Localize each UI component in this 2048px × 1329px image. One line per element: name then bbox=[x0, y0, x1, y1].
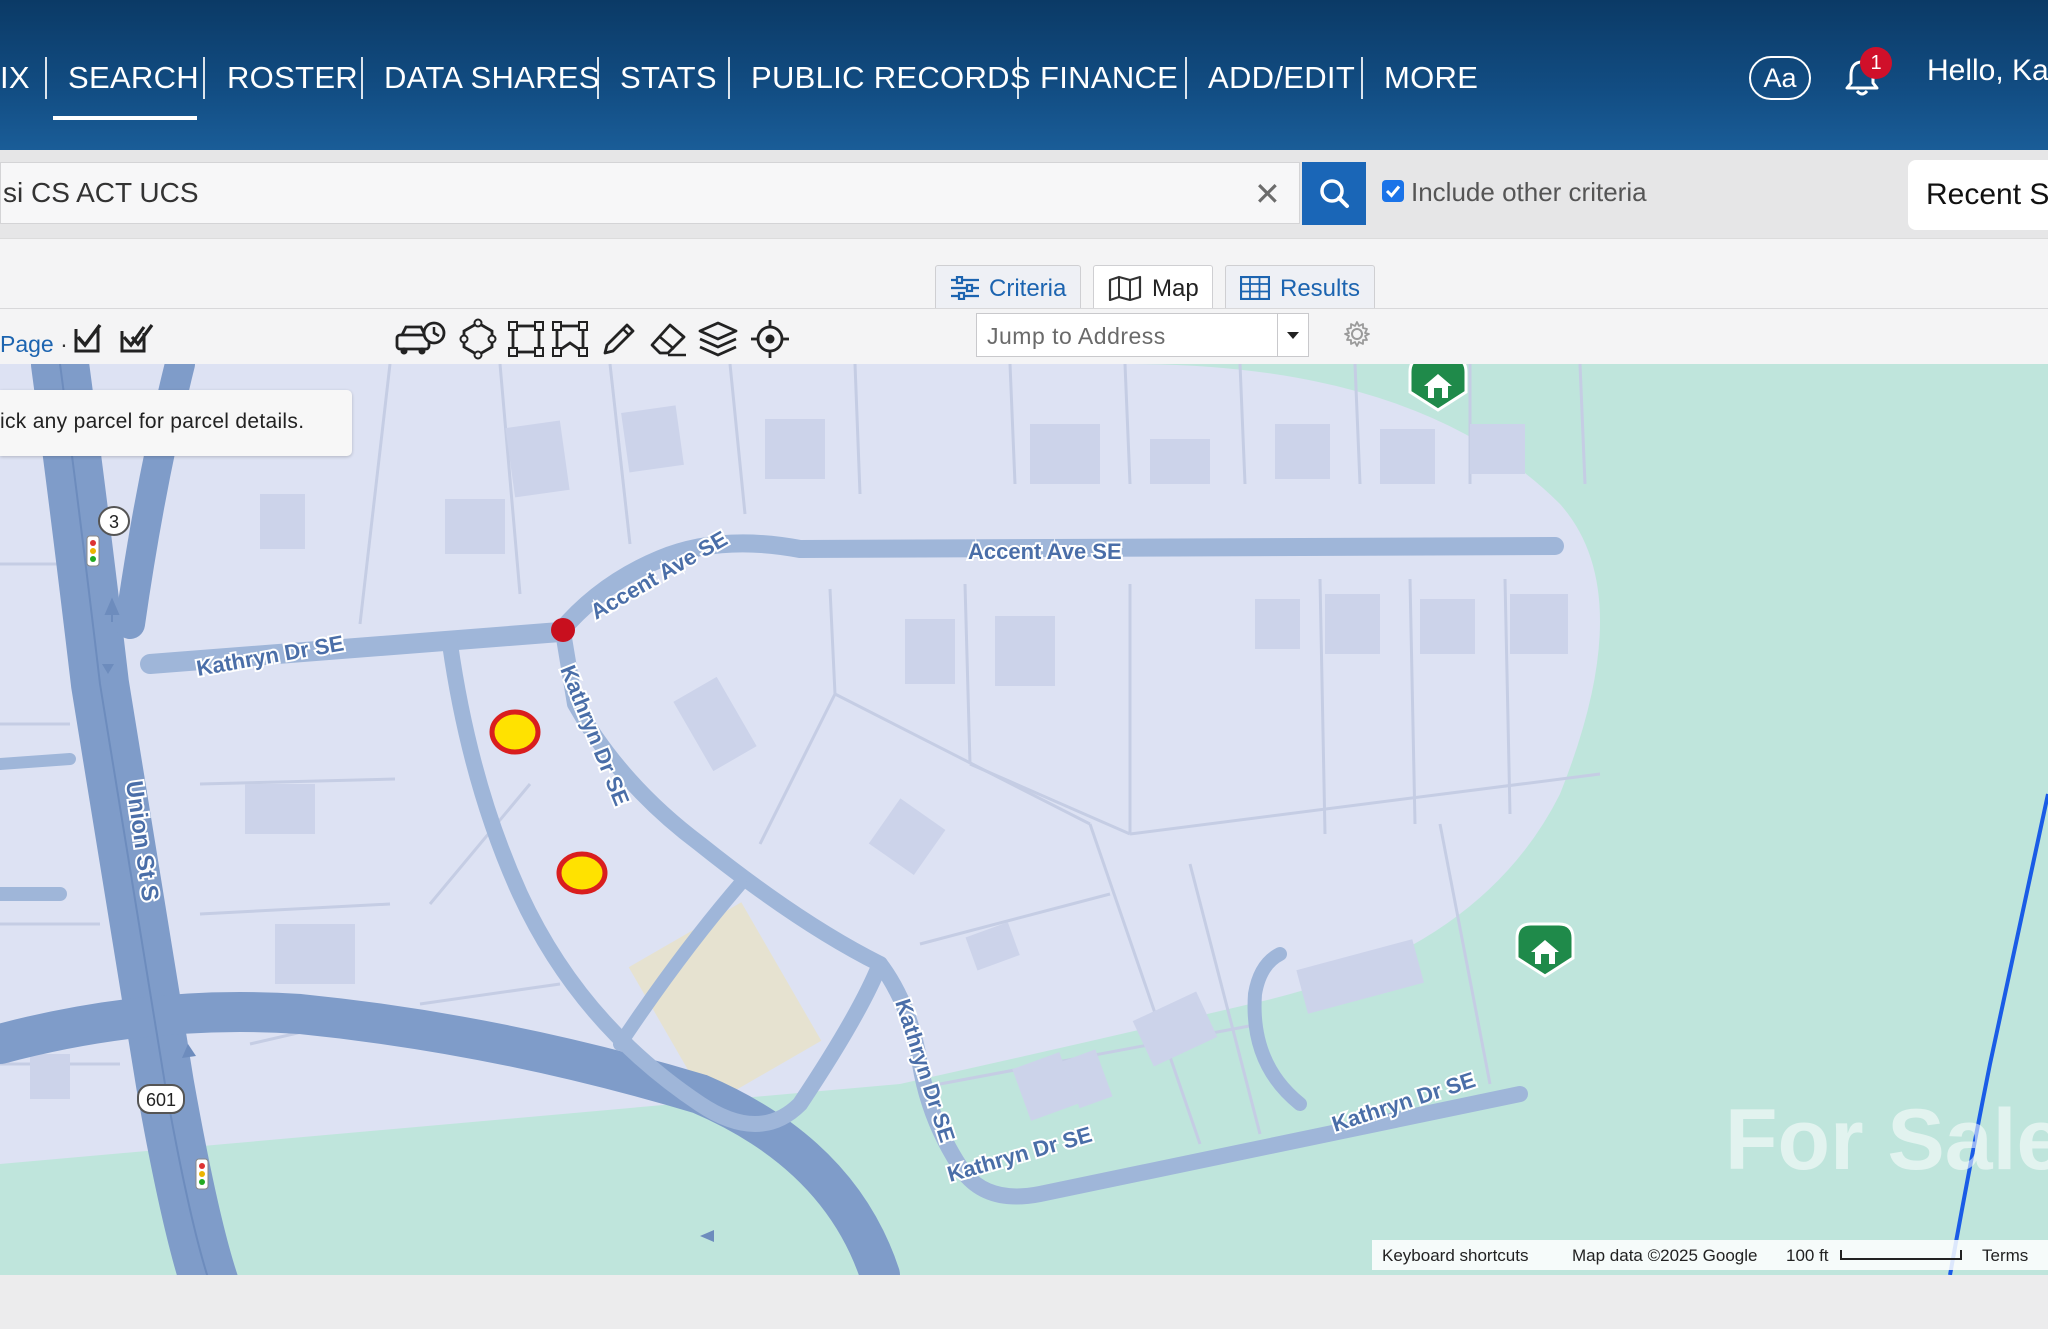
nav-item-finance[interactable]: FINANCE bbox=[1040, 60, 1178, 96]
terms-link[interactable]: Terms bbox=[1982, 1246, 2028, 1266]
nav-separator bbox=[1185, 57, 1187, 99]
nav-item-data-shares[interactable]: DATA SHARES bbox=[384, 60, 600, 96]
nav-item-stats[interactable]: STATS bbox=[620, 60, 717, 96]
map-graphics: Accent Ave SE Accent Ave SE Kathryn Dr S… bbox=[0, 364, 2048, 1275]
house-pin-icon bbox=[1408, 364, 1468, 412]
grid-icon bbox=[1240, 276, 1270, 300]
map-hint-tooltip: ick any parcel for parcel details. bbox=[0, 390, 352, 456]
chevron-down-icon bbox=[1287, 332, 1299, 339]
keyboard-shortcuts-link[interactable]: Keyboard shortcuts bbox=[1382, 1246, 1528, 1266]
route-shield-3: 3 bbox=[98, 506, 130, 536]
street-label-kathryn-bottom: Kathryn Dr SE bbox=[944, 1122, 1094, 1187]
user-greeting[interactable]: Hello, Ka bbox=[1927, 54, 2048, 88]
double-check-icon[interactable] bbox=[114, 317, 158, 361]
property-marker bbox=[556, 851, 608, 895]
clear-search-icon[interactable]: ✕ bbox=[1254, 176, 1281, 212]
notification-badge: 1 bbox=[1860, 47, 1892, 79]
font-size-button[interactable]: Aa bbox=[1749, 56, 1811, 100]
search-input[interactable]: si CS ACT UCS bbox=[0, 162, 1300, 224]
map-canvas[interactable]: Accent Ave SE Accent Ave SE Kathryn Dr S… bbox=[0, 364, 2048, 1275]
include-other-criteria-checkbox[interactable] bbox=[1382, 180, 1404, 202]
nav-separator bbox=[1017, 57, 1019, 99]
street-label-accent-straight: Accent Ave SE bbox=[968, 539, 1122, 564]
route-shield-601: 601 bbox=[137, 1084, 185, 1114]
pencil-icon[interactable] bbox=[597, 317, 641, 361]
include-other-criteria-label[interactable]: Include other criteria bbox=[1411, 177, 1647, 208]
nav-item-add-edit[interactable]: ADD/EDIT bbox=[1208, 60, 1355, 96]
map-toolbar: Page · Jump to Address bbox=[0, 308, 2048, 365]
traffic-light-icon bbox=[86, 535, 100, 567]
jump-to-address-select[interactable]: Jump to Address bbox=[976, 313, 1309, 357]
nav-separator bbox=[597, 57, 599, 99]
view-tabs-row: Criteria Map Results bbox=[0, 238, 2048, 309]
recent-searches-panel[interactable]: Recent S bbox=[1908, 160, 2048, 230]
recent-searches-label: Recent S bbox=[1926, 178, 2048, 211]
direction-arrow-icon bbox=[700, 1230, 714, 1242]
layers-icon[interactable] bbox=[696, 317, 740, 361]
active-nav-underline bbox=[53, 116, 197, 120]
tab-criteria[interactable]: Criteria bbox=[935, 265, 1081, 309]
top-navigation-bar: IX SEARCH ROSTER DATA SHARES STATS PUBLI… bbox=[0, 0, 2048, 150]
tab-results[interactable]: Results bbox=[1225, 265, 1375, 309]
page-footer-area bbox=[0, 1275, 2048, 1329]
checkmark-icon bbox=[1385, 185, 1401, 198]
scale-label: 100 ft bbox=[1786, 1246, 1829, 1265]
custom-shape-icon[interactable] bbox=[548, 317, 592, 361]
traffic-light-icon bbox=[195, 1158, 209, 1190]
tab-criteria-label: Criteria bbox=[989, 275, 1067, 302]
rectangle-icon[interactable] bbox=[504, 317, 548, 361]
search-row: si CS ACT UCS ✕ Include other criteria R… bbox=[0, 150, 2048, 238]
check-icon[interactable] bbox=[66, 317, 110, 361]
map-data-credit: Map data ©2025 Google bbox=[1572, 1246, 1758, 1265]
map-hint-text: ick any parcel for parcel details. bbox=[0, 410, 305, 433]
tab-map[interactable]: Map bbox=[1093, 265, 1213, 309]
search-button[interactable] bbox=[1302, 162, 1366, 225]
nav-item-roster[interactable]: ROSTER bbox=[227, 60, 358, 96]
nav-item-more[interactable]: MORE bbox=[1384, 60, 1478, 96]
for-sale-watermark: For Sale bbox=[1725, 1092, 2048, 1188]
route-shield-3-label: 3 bbox=[109, 512, 119, 532]
select-page-link[interactable]: Page · bbox=[0, 331, 68, 358]
search-boundary-line bbox=[1948, 793, 2048, 1275]
polygon-icon[interactable] bbox=[456, 317, 500, 361]
nav-item-search[interactable]: SEARCH bbox=[68, 60, 199, 96]
house-pin-icon bbox=[1515, 922, 1575, 978]
nav-separator bbox=[1361, 57, 1363, 99]
route-shield-601-label: 601 bbox=[146, 1090, 176, 1110]
tab-results-label: Results bbox=[1280, 275, 1361, 302]
nav-item-public-records[interactable]: PUBLIC RECORDS bbox=[751, 60, 1031, 96]
search-icon bbox=[1320, 179, 1349, 208]
map-icon bbox=[1108, 275, 1142, 301]
scale-bar bbox=[1840, 1250, 1962, 1260]
gear-icon[interactable] bbox=[1342, 319, 1372, 349]
nav-separator bbox=[45, 57, 47, 99]
sliders-icon bbox=[951, 276, 979, 300]
eraser-icon[interactable] bbox=[646, 317, 690, 361]
tab-map-label: Map bbox=[1152, 275, 1199, 302]
street-junction-marker bbox=[551, 618, 575, 642]
nav-separator bbox=[361, 57, 363, 99]
jump-dropdown-toggle[interactable] bbox=[1277, 314, 1308, 356]
drive-time-icon[interactable] bbox=[394, 317, 446, 361]
property-marker bbox=[489, 709, 541, 755]
nav-separator bbox=[203, 57, 205, 99]
locate-icon[interactable] bbox=[748, 317, 792, 361]
nav-separator bbox=[728, 57, 730, 99]
nav-item-partial[interactable]: IX bbox=[0, 60, 30, 96]
jump-to-address-placeholder: Jump to Address bbox=[987, 323, 1166, 349]
